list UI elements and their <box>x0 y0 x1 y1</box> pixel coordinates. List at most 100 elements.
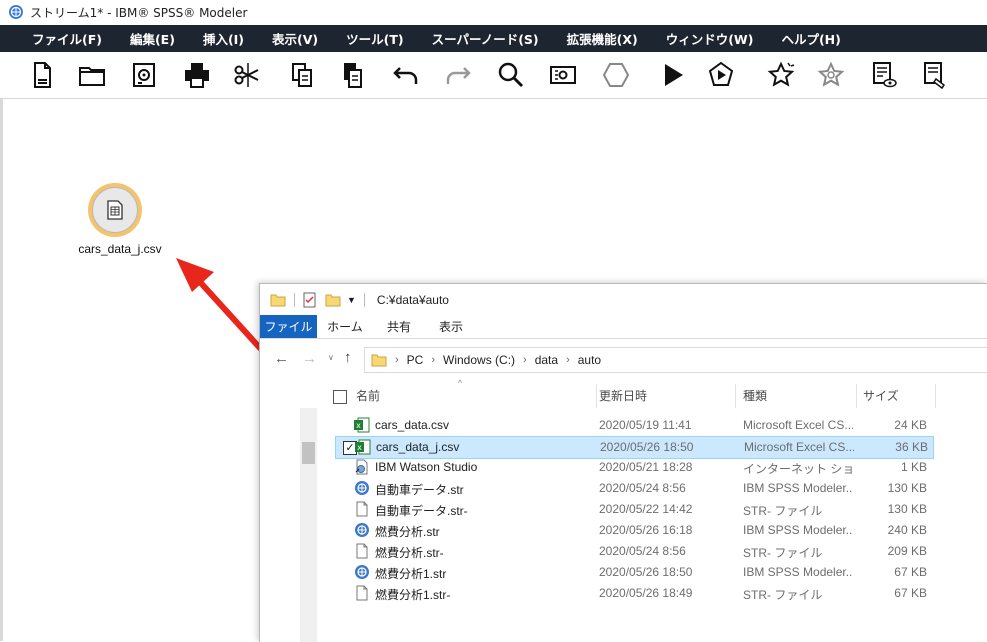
print-icon[interactable] <box>180 58 214 92</box>
file-name: 燃費分析1.str <box>375 567 447 581</box>
node-label: cars_data_j.csv <box>78 242 162 256</box>
open-folder-icon[interactable] <box>75 58 109 92</box>
file-name: cars_data.csv <box>375 418 450 432</box>
forward-icon[interactable]: → <box>302 350 317 367</box>
svg-text:x: x <box>357 443 362 452</box>
breadcrumb-separator: › <box>431 354 436 366</box>
folder-icon <box>270 294 286 306</box>
column-size[interactable]: サイズ <box>857 384 936 408</box>
copy-icon[interactable] <box>285 58 319 92</box>
file-name: IBM Watson Studio <box>375 460 478 474</box>
blank-file-icon <box>354 585 370 601</box>
file-source-node-icon <box>92 187 138 233</box>
file-date: 2020/05/19 11:41 <box>599 418 692 432</box>
file-size: 36 KB <box>895 440 928 454</box>
file-row[interactable]: 自動車データ.str 2020/05/24 8:56 IBM SPSS Modele… <box>335 478 932 499</box>
preview-icon[interactable] <box>866 58 900 92</box>
breadcrumb-separator: › <box>395 354 399 366</box>
menu-bar: ファイル(F) 編集(E) 挿入(I) 表示(V) ツール(T) スーパーノード… <box>0 25 987 52</box>
file-type: Microsoft Excel CS... <box>744 440 854 454</box>
file-size: 240 KB <box>887 523 927 537</box>
redo-icon[interactable] <box>441 58 475 92</box>
file-row[interactable]: IBM Watson Studio 2020/05/21 18:28 インターネット… <box>335 457 932 478</box>
file-type: Microsoft Excel CS... <box>743 418 853 432</box>
search-icon[interactable] <box>494 58 528 92</box>
quick-access-toolbar: ▼ C:¥data¥auto <box>260 284 987 315</box>
tab-view[interactable]: 表示 <box>425 315 477 338</box>
run-icon[interactable] <box>656 58 690 92</box>
undo-icon[interactable] <box>389 58 423 92</box>
menu-file[interactable]: ファイル(F) <box>0 29 116 48</box>
spss-stream-icon <box>354 480 370 496</box>
file-row[interactable]: ✓ x cars_data_j.csv 2020/05/26 18:50 Microso… <box>335 436 934 459</box>
favorite-icon[interactable] <box>764 58 798 92</box>
favorite-settings-icon[interactable] <box>814 58 848 92</box>
file-explorer-window: ▼ C:¥data¥auto ファイル ホーム 共有 表示 ← → ∨ ↑ › … <box>259 283 987 642</box>
spss-stream-icon <box>354 564 370 580</box>
canvas-left-edge <box>0 99 3 641</box>
back-icon[interactable]: ← <box>274 350 289 367</box>
file-row[interactable]: 燃費分析1.str 2020/05/26 18:50 IBM SPSS Modele… <box>335 562 932 583</box>
file-date: 2020/05/24 8:56 <box>599 544 686 558</box>
excel-csv-icon: x <box>355 439 371 455</box>
column-name[interactable]: 名前 <box>350 384 597 408</box>
navigation-pane-scrollbar[interactable] <box>300 408 317 642</box>
up-icon[interactable]: ↑ <box>344 349 352 366</box>
file-row[interactable]: 燃費分析.str- 2020/05/24 8:56 STR- ファイル 209 KB <box>335 541 932 562</box>
file-size: 130 KB <box>887 502 927 516</box>
file-date: 2020/05/21 18:28 <box>599 460 693 474</box>
annotation-icon[interactable] <box>917 58 951 92</box>
breadcrumb-separator: › <box>523 354 527 366</box>
tab-file[interactable]: ファイル <box>260 315 317 338</box>
menu-extensions[interactable]: 拡張機能(X) <box>553 29 652 48</box>
breadcrumb-auto[interactable]: auto <box>578 353 601 367</box>
save-icon[interactable] <box>127 58 161 92</box>
menu-tools[interactable]: ツール(T) <box>332 29 417 48</box>
supernode-icon[interactable] <box>599 58 633 92</box>
breadcrumb-drive[interactable]: Windows (C:) <box>443 353 515 367</box>
source-node[interactable] <box>88 183 142 237</box>
run-selection-icon[interactable] <box>704 58 738 92</box>
blank-file-icon <box>354 501 370 517</box>
svg-text:x: x <box>356 421 361 430</box>
qat-divider-2 <box>363 292 365 307</box>
address-bar[interactable]: › PC › Windows (C:) › data › auto <box>364 347 987 373</box>
file-row[interactable]: 燃費分析.str 2020/05/26 16:18 IBM SPSS Modeler… <box>335 520 932 541</box>
file-date: 2020/05/22 14:42 <box>599 502 693 516</box>
column-date[interactable]: 更新日時 <box>593 384 736 408</box>
file-date: 2020/05/26 18:50 <box>600 440 694 454</box>
menu-supernode[interactable]: スーパーノード(S) <box>418 29 553 48</box>
stream-properties-icon[interactable] <box>546 58 580 92</box>
column-type[interactable]: 種類 <box>737 384 857 408</box>
menu-help[interactable]: ヘルプ(H) <box>767 29 854 48</box>
toolbar <box>0 52 987 99</box>
breadcrumb-data[interactable]: data <box>535 353 558 367</box>
menu-insert[interactable]: 挿入(I) <box>189 29 258 48</box>
breadcrumb-pc[interactable]: PC <box>407 353 424 367</box>
file-date: 2020/05/26 18:49 <box>599 586 693 600</box>
menu-edit[interactable]: 編集(E) <box>116 29 189 48</box>
file-size: 67 KB <box>894 565 927 579</box>
recent-dropdown-icon[interactable]: ∨ <box>328 353 334 362</box>
scrollbar-thumb[interactable] <box>302 442 315 464</box>
properties-check-icon[interactable] <box>303 292 317 308</box>
cut-icon[interactable] <box>229 58 263 92</box>
file-type: STR- ファイル <box>743 504 823 518</box>
file-row[interactable]: 燃費分析1.str- 2020/05/26 18:49 STR- ファイル 67 KB <box>335 583 932 604</box>
file-row[interactable]: x cars_data.csv 2020/05/19 11:41 Microsoft … <box>335 415 932 436</box>
menu-window[interactable]: ウィンドウ(W) <box>652 29 768 48</box>
file-size: 24 KB <box>894 418 927 432</box>
file-row[interactable]: 自動車データ.str- 2020/05/22 14:42 STR- ファイル 130 … <box>335 499 932 520</box>
paste-icon[interactable] <box>335 58 369 92</box>
tab-share[interactable]: 共有 <box>373 315 425 338</box>
menu-view[interactable]: 表示(V) <box>258 29 332 48</box>
select-all-checkbox[interactable] <box>333 390 347 404</box>
qat-dropdown-icon[interactable]: ▼ <box>347 295 356 305</box>
file-date: 2020/05/24 8:56 <box>599 481 686 495</box>
new-folder-icon[interactable] <box>325 292 341 308</box>
file-type: IBM SPSS Modeler... <box>743 565 853 579</box>
tab-home[interactable]: ホーム <box>317 315 373 338</box>
folder-icon <box>371 354 387 367</box>
breadcrumb-separator: › <box>566 354 570 366</box>
new-stream-icon[interactable] <box>25 58 59 92</box>
